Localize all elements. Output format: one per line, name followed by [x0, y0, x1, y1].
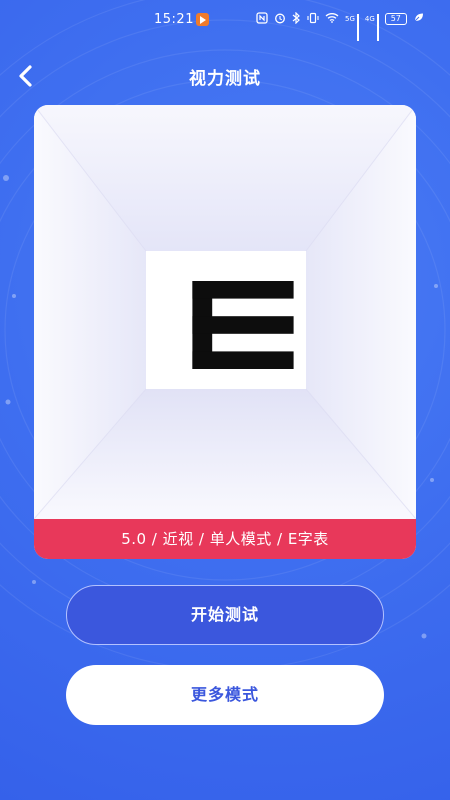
leaf-icon — [413, 12, 424, 26]
vibrate-icon — [307, 12, 319, 27]
test-settings-caption: 5.0 / 近视 / 单人模式 / E字表 — [34, 519, 416, 559]
wifi-icon — [325, 12, 339, 26]
network-4g-label: 4G — [364, 15, 375, 23]
page-title: 视力测试 — [189, 69, 261, 89]
status-bar: 15:21 5G 4G 57 — [0, 0, 450, 41]
nfc-icon — [256, 11, 268, 27]
alarm-icon — [274, 12, 286, 27]
signal-5g-icon — [356, 13, 359, 41]
system-icons: 5G 4G 57 — [256, 11, 424, 41]
bluetooth-icon — [292, 11, 301, 27]
battery-icon: 57 — [384, 13, 407, 25]
media-app-icon — [196, 13, 209, 26]
status-time: 15:21 — [154, 12, 194, 27]
start-test-button[interactable]: 开始测试 — [66, 585, 384, 645]
more-modes-button[interactable]: 更多模式 — [66, 665, 384, 725]
signal-4g-icon — [376, 13, 379, 41]
tumbling-e-optotype — [192, 281, 294, 369]
network-5g-label: 5G — [345, 15, 355, 23]
eye-chart-card: 5.0 / 近视 / 单人模式 / E字表 — [34, 105, 416, 559]
